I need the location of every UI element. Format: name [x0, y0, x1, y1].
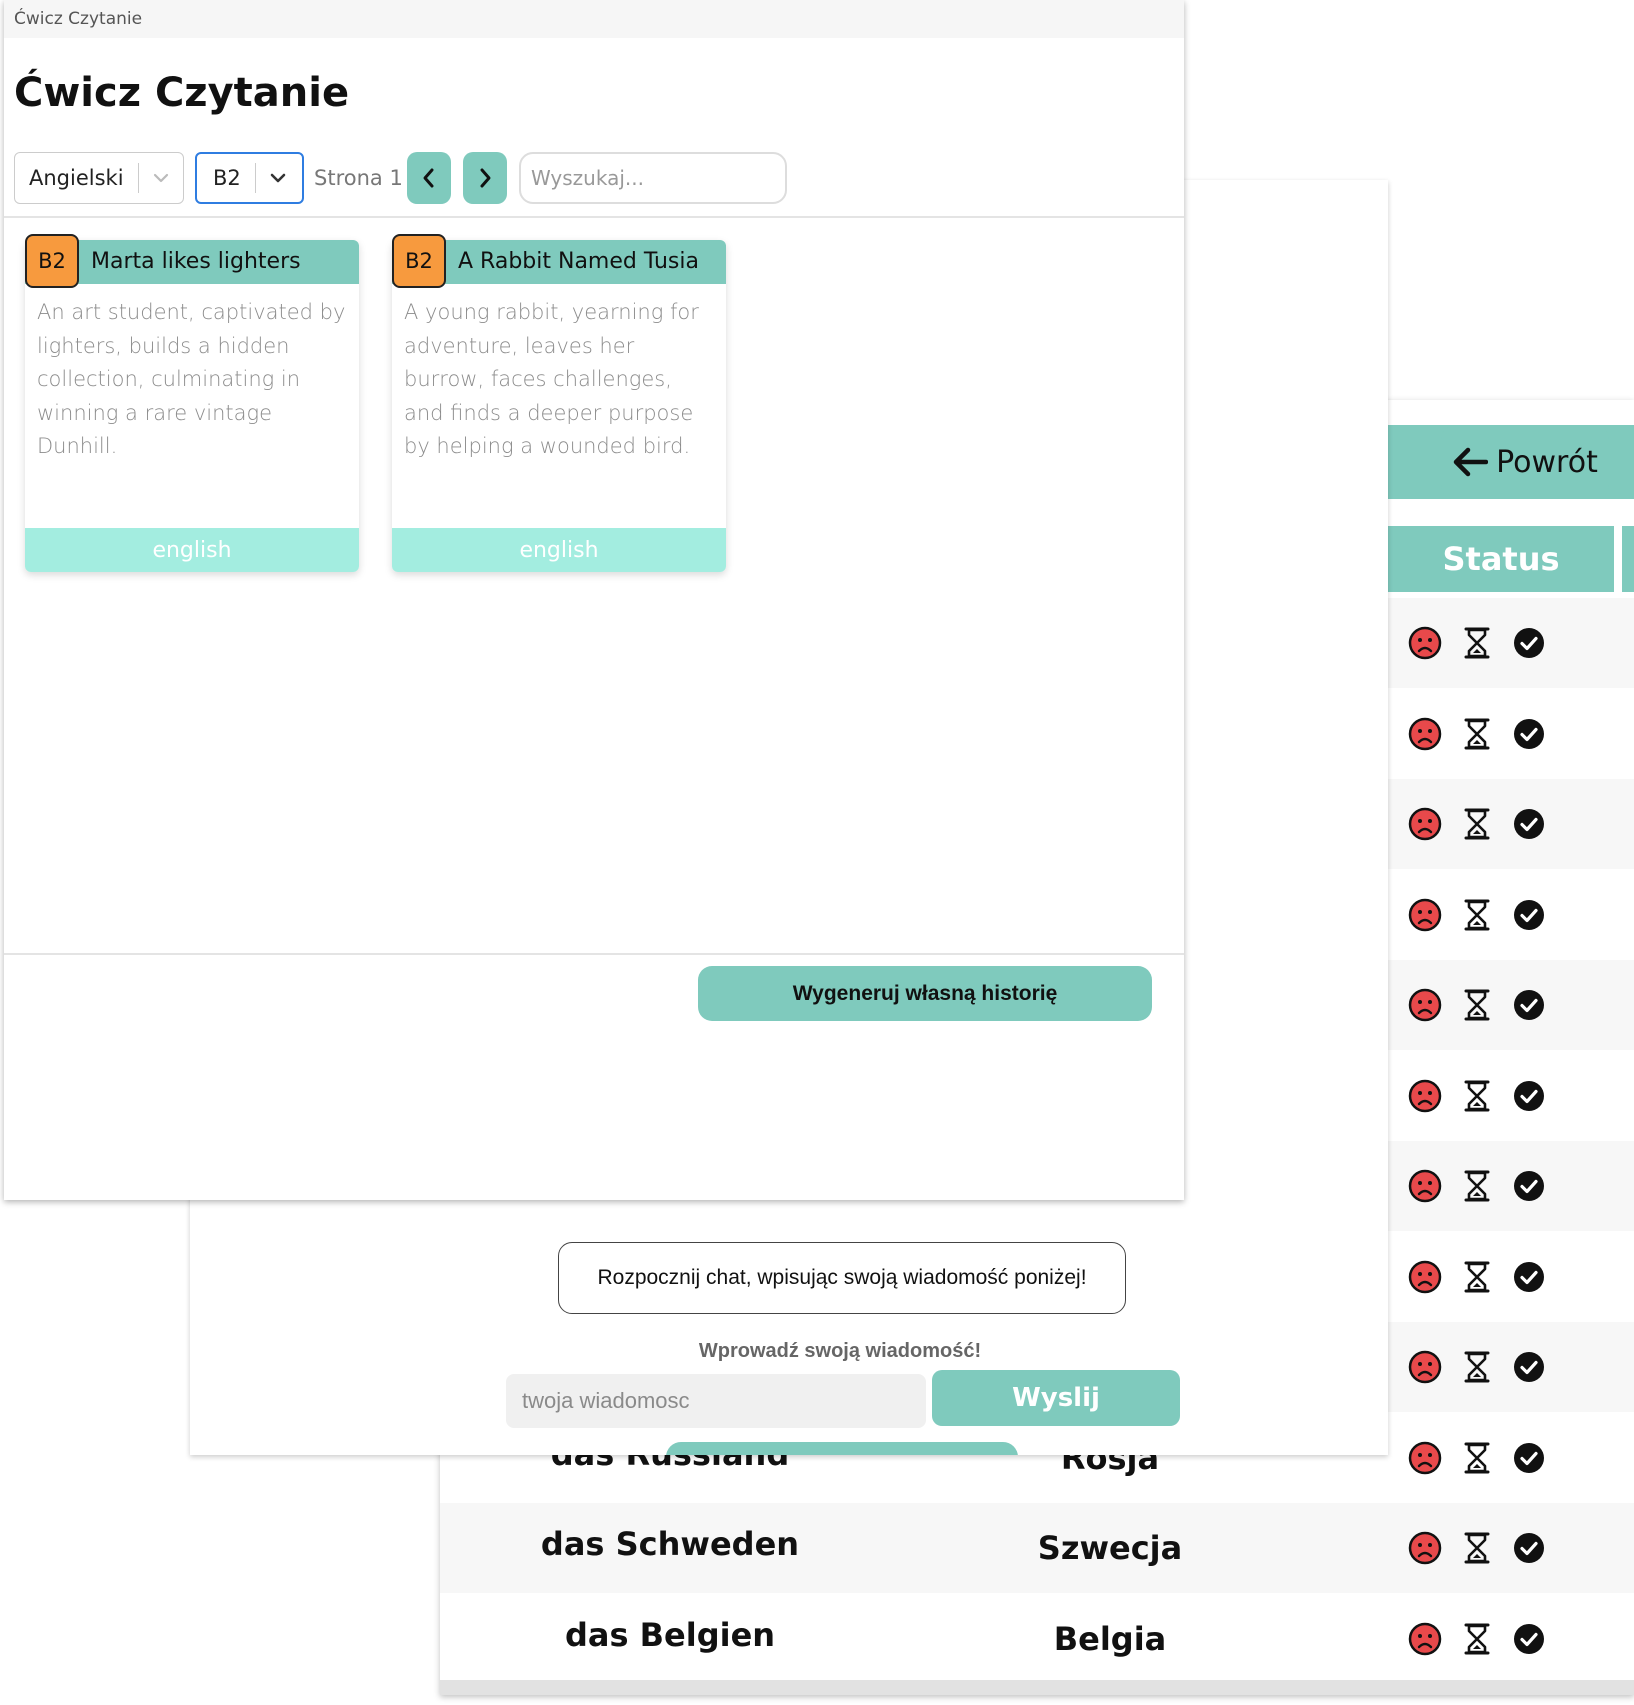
story-card[interactable]: A Rabbit Named Tusia B2 A young rabbit, … — [392, 234, 726, 572]
window-title: Ćwicz Czytanie — [14, 9, 143, 29]
status-icons — [1408, 1260, 1546, 1298]
chevron-down-icon — [270, 173, 286, 183]
reading-window: Ćwicz Czytanie Ćwicz Czytanie Angielski … — [4, 0, 1184, 1200]
check-circle-icon[interactable] — [1512, 717, 1546, 755]
hourglass-icon[interactable] — [1460, 1079, 1494, 1117]
check-circle-icon[interactable] — [1512, 1531, 1546, 1569]
hourglass-icon[interactable] — [1460, 1622, 1494, 1660]
divider — [4, 953, 1184, 955]
chat-bottom-button[interactable] — [666, 1442, 1018, 1455]
chevron-right-icon — [480, 168, 491, 188]
next-column-header — [1622, 526, 1634, 592]
arrow-left-icon — [1453, 447, 1489, 477]
page-indicator: Strona 1 — [314, 166, 403, 190]
sad-face-icon[interactable] — [1408, 1622, 1442, 1660]
check-circle-icon[interactable] — [1512, 1260, 1546, 1298]
polish-translation: Szwecja — [1037, 1529, 1183, 1567]
table-row: das Belgien Belgia — [440, 1594, 1634, 1684]
status-icons — [1408, 1079, 1546, 1117]
sad-face-icon[interactable] — [1408, 898, 1442, 936]
status-icons — [1408, 626, 1546, 664]
hourglass-icon[interactable] — [1460, 1169, 1494, 1207]
polish-translation: Belgia — [1053, 1619, 1167, 1658]
language-select-value: Angielski — [29, 166, 124, 190]
status-icons — [1408, 898, 1546, 936]
hourglass-icon[interactable] — [1460, 626, 1494, 664]
hourglass-icon[interactable] — [1460, 717, 1494, 755]
check-circle-icon[interactable] — [1512, 1441, 1546, 1479]
german-word: das Schweden — [540, 1525, 800, 1563]
sad-face-icon[interactable] — [1408, 1441, 1442, 1479]
check-circle-icon[interactable] — [1512, 988, 1546, 1026]
story-language: english — [392, 528, 726, 572]
status-icons — [1408, 988, 1546, 1026]
check-circle-icon[interactable] — [1512, 1079, 1546, 1117]
sad-face-icon[interactable] — [1408, 1531, 1442, 1569]
check-circle-icon[interactable] — [1512, 626, 1546, 664]
hourglass-icon[interactable] — [1460, 1441, 1494, 1479]
send-button[interactable]: Wyslij — [932, 1370, 1180, 1426]
status-icons — [1408, 1531, 1546, 1569]
sad-face-icon[interactable] — [1408, 1169, 1442, 1207]
next-page-button[interactable] — [463, 152, 507, 204]
sad-face-icon[interactable] — [1408, 1079, 1442, 1117]
back-button-label: Powrót — [1496, 444, 1598, 480]
hourglass-icon[interactable] — [1460, 1350, 1494, 1388]
chat-hint-message: Rozpocznij chat, wpisując swoją wiadomoś… — [558, 1242, 1126, 1314]
check-circle-icon[interactable] — [1512, 807, 1546, 845]
hourglass-icon[interactable] — [1460, 807, 1494, 845]
check-circle-icon[interactable] — [1512, 1622, 1546, 1660]
select-separator — [254, 163, 256, 193]
status-icons — [1408, 807, 1546, 845]
select-separator — [137, 163, 139, 193]
sad-face-icon[interactable] — [1408, 717, 1442, 755]
check-circle-icon[interactable] — [1512, 1350, 1546, 1388]
table-row: das Schweden Szwecja — [440, 1503, 1634, 1593]
level-badge: B2 — [392, 234, 446, 288]
status-icons — [1408, 1441, 1546, 1479]
german-word: das Belgien — [564, 1615, 776, 1654]
chat-message-input[interactable] — [506, 1374, 926, 1428]
search-input[interactable] — [519, 152, 787, 204]
sad-face-icon[interactable] — [1408, 626, 1442, 664]
hourglass-icon[interactable] — [1460, 1260, 1494, 1298]
level-badge: B2 — [25, 234, 79, 288]
generate-story-button[interactable]: Wygeneruj własną historię — [698, 966, 1152, 1021]
sad-face-icon[interactable] — [1408, 988, 1442, 1026]
sad-face-icon[interactable] — [1408, 1350, 1442, 1388]
chat-input-label: Wprowadź swoją wiadomość! — [698, 1340, 982, 1362]
page-title: Ćwicz Czytanie — [14, 70, 350, 116]
level-select-value: B2 — [213, 166, 241, 190]
status-column-header: Status — [1388, 526, 1614, 592]
story-title: A Rabbit Named Tusia — [458, 249, 699, 274]
story-language: english — [25, 528, 359, 572]
status-icons — [1408, 1622, 1546, 1660]
story-description: A young rabbit, yearning for adventure, … — [404, 300, 699, 458]
chevron-down-icon — [153, 173, 168, 183]
previous-page-button[interactable] — [407, 152, 451, 204]
status-icons — [1408, 717, 1546, 755]
hourglass-icon[interactable] — [1460, 898, 1494, 936]
divider — [4, 216, 1184, 218]
table-footer-bar — [440, 1680, 1634, 1695]
chevron-left-icon — [423, 168, 434, 188]
story-title: Marta likes lighters — [91, 249, 301, 274]
check-circle-icon[interactable] — [1512, 1169, 1546, 1207]
sad-face-icon[interactable] — [1408, 1260, 1442, 1298]
back-button[interactable]: Powrót — [1441, 425, 1609, 499]
story-card[interactable]: Marta likes lighters B2 An art student, … — [25, 234, 359, 572]
language-select[interactable]: Angielski — [14, 152, 184, 204]
level-select[interactable]: B2 — [195, 152, 304, 204]
sad-face-icon[interactable] — [1408, 807, 1442, 845]
status-icons — [1408, 1169, 1546, 1207]
hourglass-icon[interactable] — [1460, 988, 1494, 1026]
check-circle-icon[interactable] — [1512, 898, 1546, 936]
window-titlebar: Ćwicz Czytanie — [4, 0, 1184, 38]
story-description: An art student, captivated by lighters, … — [37, 300, 346, 458]
hourglass-icon[interactable] — [1460, 1531, 1494, 1569]
status-icons — [1408, 1350, 1546, 1388]
